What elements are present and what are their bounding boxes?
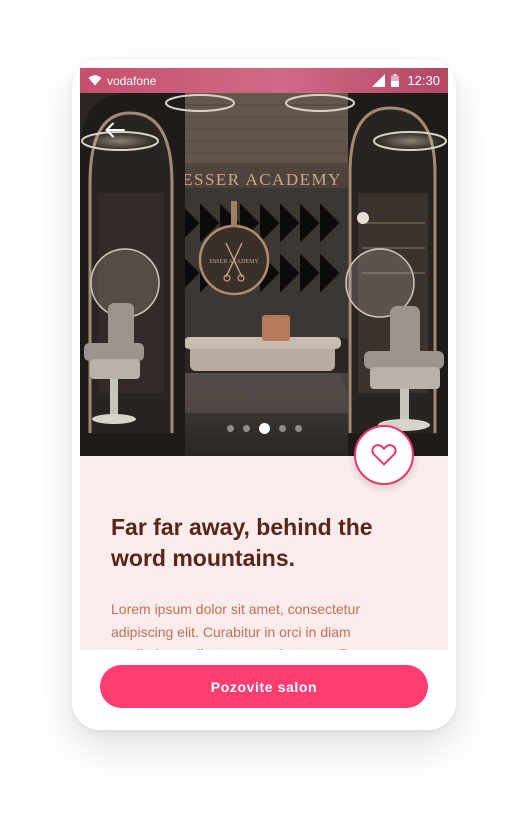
salon-photo: ESSER ACADEMY ESSER ACADEMY xyxy=(80,93,448,456)
back-button[interactable] xyxy=(100,115,130,145)
screen: vodafone 12:30 ESSER ACADEMY ESSER ACADE… xyxy=(80,68,448,711)
hero-gallery[interactable]: ESSER ACADEMY ESSER ACADEMY xyxy=(80,93,448,456)
battery-icon xyxy=(391,74,400,87)
carousel-dot[interactable] xyxy=(242,425,250,432)
status-icons: 12:30 xyxy=(372,73,440,88)
wifi-icon xyxy=(88,75,102,86)
phone-frame: vodafone 12:30 ESSER ACADEMY ESSER ACADE… xyxy=(72,60,456,730)
status-time: 12:30 xyxy=(407,73,440,88)
carrier: vodafone xyxy=(88,74,156,88)
carousel-dot[interactable] xyxy=(258,423,270,434)
carousel-dot[interactable] xyxy=(226,425,234,432)
signal-icon xyxy=(372,74,386,87)
salon-title: Far far away, behind the word mountains. xyxy=(111,514,373,571)
call-salon-button[interactable]: Pozovite salon xyxy=(100,665,428,708)
carousel-dot[interactable] xyxy=(294,425,302,432)
arrow-left-icon xyxy=(105,122,125,138)
status-bar: vodafone 12:30 xyxy=(80,68,448,93)
heart-outline-icon xyxy=(371,444,397,466)
salon-sign: ESSER ACADEMY xyxy=(182,170,342,189)
carrier-name: vodafone xyxy=(107,73,157,88)
carousel-dot[interactable] xyxy=(278,425,286,432)
bottom-bar: Pozovite salon xyxy=(72,650,456,730)
favorite-button[interactable] xyxy=(354,425,414,485)
